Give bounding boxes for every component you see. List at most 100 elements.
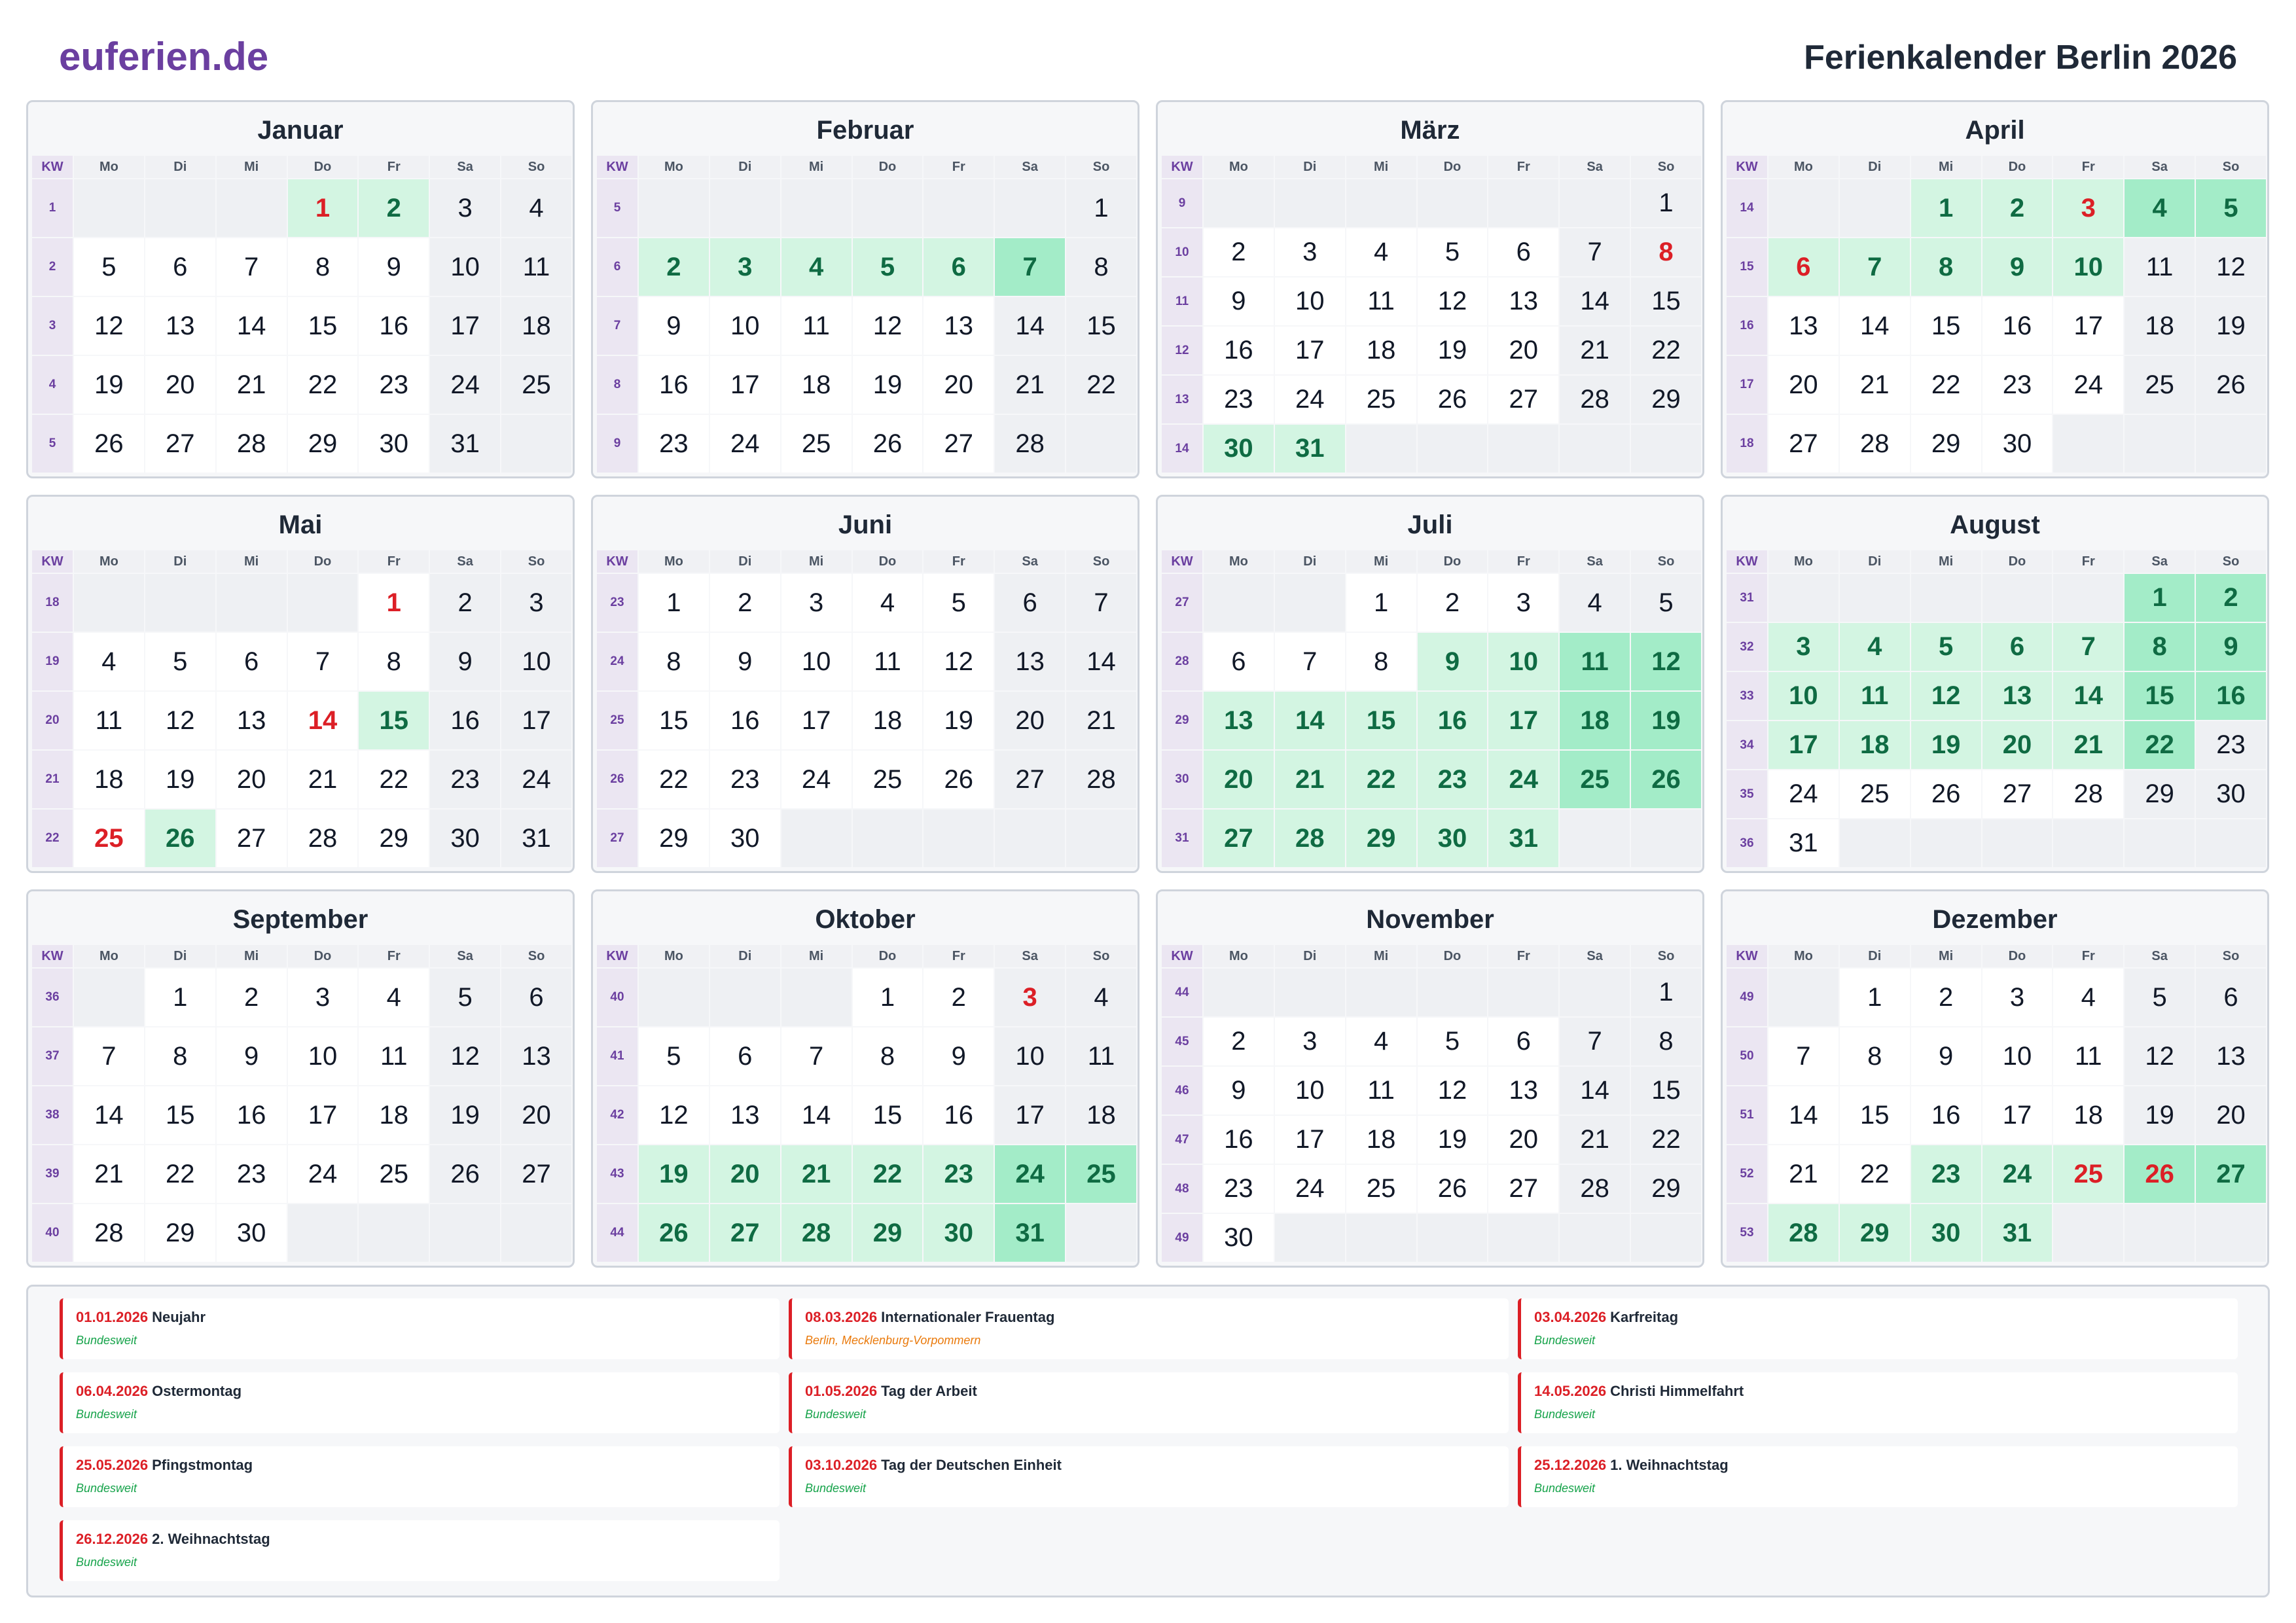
day-cell[interactable]: 8 xyxy=(1839,1027,1910,1085)
day-cell[interactable]: 1 xyxy=(639,574,709,632)
day-cell[interactable]: 15 xyxy=(1839,1086,1910,1144)
day-cell[interactable]: 23 xyxy=(1982,356,2053,414)
day-cell[interactable]: 23 xyxy=(1204,1165,1274,1213)
day-cell[interactable]: 26 xyxy=(639,1204,709,1262)
day-cell[interactable]: 5 xyxy=(1631,574,1701,632)
day-cell[interactable]: 17 xyxy=(1274,327,1345,374)
day-cell[interactable]: 28 xyxy=(1560,1165,1630,1213)
day-cell[interactable]: 29 xyxy=(639,810,709,867)
day-cell[interactable]: 13 xyxy=(145,297,215,355)
day-cell[interactable]: 31 xyxy=(501,810,571,867)
day-cell[interactable]: 11 xyxy=(1839,672,1910,720)
day-cell[interactable]: 9 xyxy=(639,297,709,355)
day-cell[interactable]: 7 xyxy=(995,238,1066,296)
day-cell[interactable]: 10 xyxy=(781,633,852,690)
day-cell[interactable]: 15 xyxy=(639,692,709,749)
day-cell[interactable]: 4 xyxy=(1066,969,1136,1026)
day-cell[interactable]: 15 xyxy=(2125,672,2195,720)
day-cell[interactable]: 6 xyxy=(709,1027,780,1085)
day-cell[interactable]: 19 xyxy=(1631,692,1701,749)
day-cell[interactable]: 30 xyxy=(1910,1204,1981,1262)
day-cell[interactable]: 11 xyxy=(2125,238,2195,296)
day-cell[interactable]: 11 xyxy=(74,692,144,749)
day-cell[interactable]: 21 xyxy=(74,1145,144,1203)
day-cell[interactable]: 14 xyxy=(216,297,287,355)
day-cell[interactable]: 25 xyxy=(852,751,923,808)
day-cell[interactable]: 5 xyxy=(1910,623,1981,671)
day-cell[interactable]: 11 xyxy=(1346,277,1416,325)
day-cell[interactable]: 11 xyxy=(501,238,571,296)
day-cell[interactable]: 2 xyxy=(709,574,780,632)
day-cell[interactable]: 28 xyxy=(781,1204,852,1262)
day-cell[interactable]: 3 xyxy=(1768,623,1839,671)
day-cell[interactable]: 23 xyxy=(924,1145,994,1203)
day-cell[interactable]: 1 xyxy=(145,969,215,1026)
day-cell[interactable]: 2 xyxy=(639,238,709,296)
day-cell[interactable]: 1 xyxy=(1066,179,1136,237)
day-cell[interactable]: 3 xyxy=(1982,969,2053,1026)
day-cell[interactable]: 10 xyxy=(287,1027,358,1085)
day-cell[interactable]: 24 xyxy=(501,751,571,808)
day-cell[interactable]: 26 xyxy=(1631,751,1701,808)
day-cell[interactable]: 18 xyxy=(852,692,923,749)
day-cell[interactable]: 24 xyxy=(2053,356,2124,414)
day-cell[interactable]: 17 xyxy=(995,1086,1066,1144)
day-cell[interactable]: 14 xyxy=(287,692,358,749)
day-cell[interactable]: 29 xyxy=(1631,376,1701,423)
day-cell[interactable]: 22 xyxy=(639,751,709,808)
day-cell[interactable]: 10 xyxy=(430,238,501,296)
day-cell[interactable]: 17 xyxy=(2053,297,2124,355)
day-cell[interactable]: 29 xyxy=(287,415,358,473)
day-cell[interactable]: 16 xyxy=(709,692,780,749)
day-cell[interactable]: 20 xyxy=(2196,1086,2266,1144)
day-cell[interactable]: 3 xyxy=(287,969,358,1026)
day-cell[interactable]: 25 xyxy=(501,356,571,414)
day-cell[interactable]: 15 xyxy=(1631,1067,1701,1115)
day-cell[interactable]: 1 xyxy=(287,179,358,237)
day-cell[interactable]: 3 xyxy=(2053,179,2124,237)
day-cell[interactable]: 25 xyxy=(359,1145,429,1203)
day-cell[interactable]: 15 xyxy=(852,1086,923,1144)
day-cell[interactable]: 30 xyxy=(430,810,501,867)
day-cell[interactable]: 26 xyxy=(852,415,923,473)
day-cell[interactable]: 10 xyxy=(501,633,571,690)
day-cell[interactable]: 23 xyxy=(709,751,780,808)
day-cell[interactable]: 20 xyxy=(1982,721,2053,769)
day-cell[interactable]: 10 xyxy=(1274,277,1345,325)
day-cell[interactable]: 22 xyxy=(287,356,358,414)
day-cell[interactable]: 26 xyxy=(145,810,215,867)
day-cell[interactable]: 15 xyxy=(1066,297,1136,355)
day-cell[interactable]: 27 xyxy=(1982,770,2053,818)
day-cell[interactable]: 4 xyxy=(1839,623,1910,671)
day-cell[interactable]: 17 xyxy=(430,297,501,355)
day-cell[interactable]: 5 xyxy=(2125,969,2195,1026)
day-cell[interactable]: 20 xyxy=(709,1145,780,1203)
day-cell[interactable]: 16 xyxy=(1204,1116,1274,1164)
day-cell[interactable]: 22 xyxy=(359,751,429,808)
day-cell[interactable]: 30 xyxy=(924,1204,994,1262)
day-cell[interactable]: 22 xyxy=(852,1145,923,1203)
day-cell[interactable]: 8 xyxy=(145,1027,215,1085)
day-cell[interactable]: 3 xyxy=(995,969,1066,1026)
day-cell[interactable]: 3 xyxy=(501,574,571,632)
day-cell[interactable]: 27 xyxy=(1488,1165,1559,1213)
day-cell[interactable]: 6 xyxy=(216,633,287,690)
day-cell[interactable]: 16 xyxy=(924,1086,994,1144)
day-cell[interactable]: 14 xyxy=(1274,692,1345,749)
day-cell[interactable]: 18 xyxy=(1346,327,1416,374)
day-cell[interactable]: 5 xyxy=(430,969,501,1026)
day-cell[interactable]: 29 xyxy=(1910,415,1981,473)
day-cell[interactable]: 7 xyxy=(781,1027,852,1085)
day-cell[interactable]: 20 xyxy=(145,356,215,414)
day-cell[interactable]: 4 xyxy=(852,574,923,632)
day-cell[interactable]: 14 xyxy=(781,1086,852,1144)
day-cell[interactable]: 4 xyxy=(1346,228,1416,276)
day-cell[interactable]: 22 xyxy=(145,1145,215,1203)
day-cell[interactable]: 22 xyxy=(1910,356,1981,414)
day-cell[interactable]: 1 xyxy=(852,969,923,1026)
day-cell[interactable]: 12 xyxy=(2125,1027,2195,1085)
day-cell[interactable]: 13 xyxy=(1488,277,1559,325)
day-cell[interactable]: 13 xyxy=(216,692,287,749)
day-cell[interactable]: 1 xyxy=(2125,574,2195,622)
day-cell[interactable]: 24 xyxy=(1274,1165,1345,1213)
